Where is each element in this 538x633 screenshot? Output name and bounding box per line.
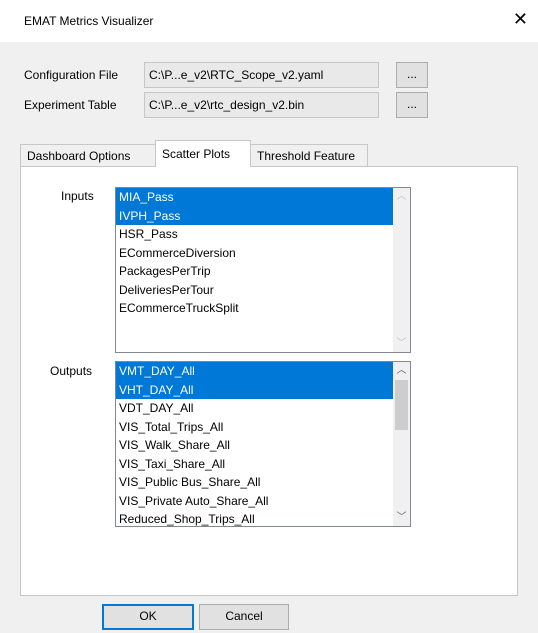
experiment-table-field[interactable]: C:\P...e_v2\rtc_design_v2.bin [144,92,379,118]
inputs-listbox[interactable]: MIA_Pass IVPH_Pass HSR_Pass ECommerceDivers… [115,187,411,353]
outputs-scrollbar[interactable]: ︿ ﹀ [393,362,410,526]
title-bar: EMAT Metrics Visualizer ✕ [0,0,538,42]
configuration-file-field[interactable]: C:\P...e_v2\RTC_Scope_v2.yaml [144,62,379,88]
outputs-listbox[interactable]: VMT_DAY_All VHT_DAY_All VDT_DAY_All VIS_Tot… [115,361,411,527]
inputs-scrollbar[interactable]: ︿ ﹀ [393,188,410,352]
list-item[interactable]: VIS_Taxi_Share_All [116,455,410,474]
list-item[interactable]: VIS_Walk_Share_All [116,436,410,455]
list-item[interactable]: ECommerceDiversion [116,244,410,263]
list-item[interactable]: VHT_DAY_All [116,380,410,399]
list-item[interactable]: MIA_Pass [116,188,410,207]
scrollbar-thumb[interactable] [395,380,408,430]
cancel-button[interactable]: Cancel [199,604,289,630]
configuration-file-browse-button[interactable]: ... [396,62,428,88]
outputs-label: Outputs [50,364,93,378]
tab-dashboard-options[interactable]: Dashboard Options [20,144,156,166]
outputs-items: VMT_DAY_All VHT_DAY_All VDT_DAY_All VIS_Tot… [116,362,410,526]
list-item[interactable]: Reduced_Shop_Trips_All [116,510,410,526]
list-item[interactable]: VIS_Total_Trips_All [116,418,410,437]
list-item[interactable]: VIS_Public Bus_Share_All [116,473,410,492]
close-icon[interactable]: ✕ [513,10,528,28]
list-item[interactable]: VMT_DAY_All [116,362,410,381]
scroll-up-icon[interactable]: ︿ [393,188,410,205]
scroll-down-icon[interactable]: ﹀ [393,509,410,526]
scroll-down-icon[interactable]: ﹀ [393,335,410,352]
experiment-table-browse-button[interactable]: ... [396,92,428,118]
list-item[interactable]: IVPH_Pass [116,206,410,225]
list-item[interactable]: DeliveriesPerTour [116,281,410,300]
scatter-plots-panel: Inputs MIA_Pass IVPH_Pass HSR_Pass ECommerc… [20,166,518,596]
list-item[interactable]: PackagesPerTrip [116,262,410,281]
tab-threshold-feature[interactable]: Threshold Feature [250,144,368,166]
list-item[interactable]: HSR_Pass [116,225,410,244]
list-item[interactable]: VDT_DAY_All [116,399,410,418]
inputs-label: Inputs [61,189,94,203]
experiment-table-label: Experiment Table [24,98,117,112]
ok-button[interactable]: OK [102,604,194,630]
scroll-up-icon[interactable]: ︿ [393,362,410,379]
window-title: EMAT Metrics Visualizer [24,14,154,28]
configuration-file-label: Configuration File [24,68,119,82]
inputs-items: MIA_Pass IVPH_Pass HSR_Pass ECommerceDivers… [116,188,410,318]
list-item[interactable]: VIS_Private Auto_Share_All [116,492,410,511]
tab-scatter-plots[interactable]: Scatter Plots [155,140,251,167]
list-item[interactable]: ECommerceTruckSplit [116,299,410,318]
